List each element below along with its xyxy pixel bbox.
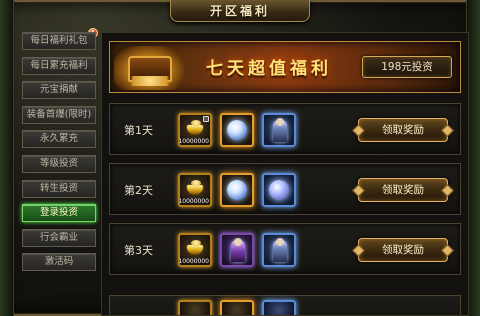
sidebar-item-permanent-recharge[interactable]: 永久累充 (22, 130, 96, 149)
day-row: 第1天 10000000 领取奖励 (109, 103, 461, 155)
banner-title: 七天超值福利 (206, 59, 332, 79)
spirit-orb-icon (227, 120, 247, 140)
lock-icon (203, 116, 209, 122)
sidebar: 每日福利礼包 每日累充福利 元宝捐献 装备首爆(限时) 永久累充 等级投资 转生… (22, 32, 96, 278)
sidebar-item-rebirth-invest[interactable]: 转生投资 (22, 179, 96, 198)
reward-item[interactable]: 10000000 (178, 173, 212, 207)
reward-item[interactable] (178, 300, 212, 315)
reward-item[interactable]: 10000000 (178, 113, 212, 147)
day-label: 第3天 (124, 244, 153, 257)
reward-item[interactable] (220, 300, 254, 315)
sidebar-item-daily-gift[interactable]: 每日福利礼包 (22, 32, 96, 50)
invest-button[interactable]: 198元投资 (362, 56, 452, 78)
reward-item[interactable] (262, 173, 296, 207)
spirit-orb-icon (269, 180, 289, 200)
reward-item[interactable] (262, 233, 296, 267)
reward-items: 10000000 (178, 233, 296, 267)
reward-item[interactable] (220, 173, 254, 207)
hero-figure-icon (273, 238, 287, 262)
claim-reward-button[interactable]: 领取奖励 (358, 178, 448, 202)
spirit-orb-icon (227, 180, 247, 200)
reward-item[interactable] (220, 233, 254, 267)
gold-ingot-icon (186, 180, 204, 195)
gold-ingot-icon (186, 120, 204, 135)
day-label: 第2天 (124, 184, 153, 197)
gold-ingot-icon (186, 240, 204, 255)
treasure-chest-icon (114, 46, 184, 90)
title-plate: 开区福利 (170, 0, 310, 22)
reward-items: 10000000 (178, 173, 296, 207)
day-label: 第1天 (124, 124, 153, 137)
reward-item[interactable] (262, 113, 296, 147)
sidebar-item-ingot-donate[interactable]: 元宝捐献 (22, 81, 96, 100)
item-quantity: 10000000 (178, 198, 209, 205)
claim-reward-button[interactable]: 领取奖励 (358, 238, 448, 262)
reward-items (178, 300, 296, 315)
reward-item[interactable] (220, 113, 254, 147)
frame-left-ornament (0, 0, 14, 316)
hero-figure-icon (231, 238, 245, 262)
day-row-partial (109, 295, 461, 315)
sidebar-item-daily-recharge[interactable]: 每日累充福利 (22, 56, 96, 75)
window-title: 开区福利 (209, 4, 270, 18)
promo-banner: 七天超值福利 198元投资 (109, 41, 461, 93)
day-row: 第2天 10000000 领取奖励 (109, 163, 461, 215)
content-panel: 七天超值福利 198元投资 第1天 10000000 领取奖励 第2天 1000… (101, 32, 469, 316)
claim-reward-button[interactable]: 领取奖励 (358, 118, 448, 142)
day-row: 第3天 10000000 领取奖励 (109, 223, 461, 275)
sidebar-item-guild[interactable]: 行会霸业 (22, 228, 96, 247)
reward-item[interactable] (262, 300, 296, 315)
item-quantity: 10000000 (178, 138, 209, 145)
sidebar-item-first-drop[interactable]: 装备首爆(限时) (22, 105, 96, 124)
sidebar-item-level-invest[interactable]: 等级投资 (22, 154, 96, 173)
hero-figure-icon (273, 118, 287, 142)
sidebar-item-activation-code[interactable]: 激活码 (22, 253, 96, 272)
reward-items: 10000000 (178, 113, 296, 147)
item-quantity: 10000000 (178, 258, 209, 265)
reward-item[interactable]: 10000000 (178, 233, 212, 267)
sidebar-item-login-invest[interactable]: 登录投资 (22, 204, 96, 223)
